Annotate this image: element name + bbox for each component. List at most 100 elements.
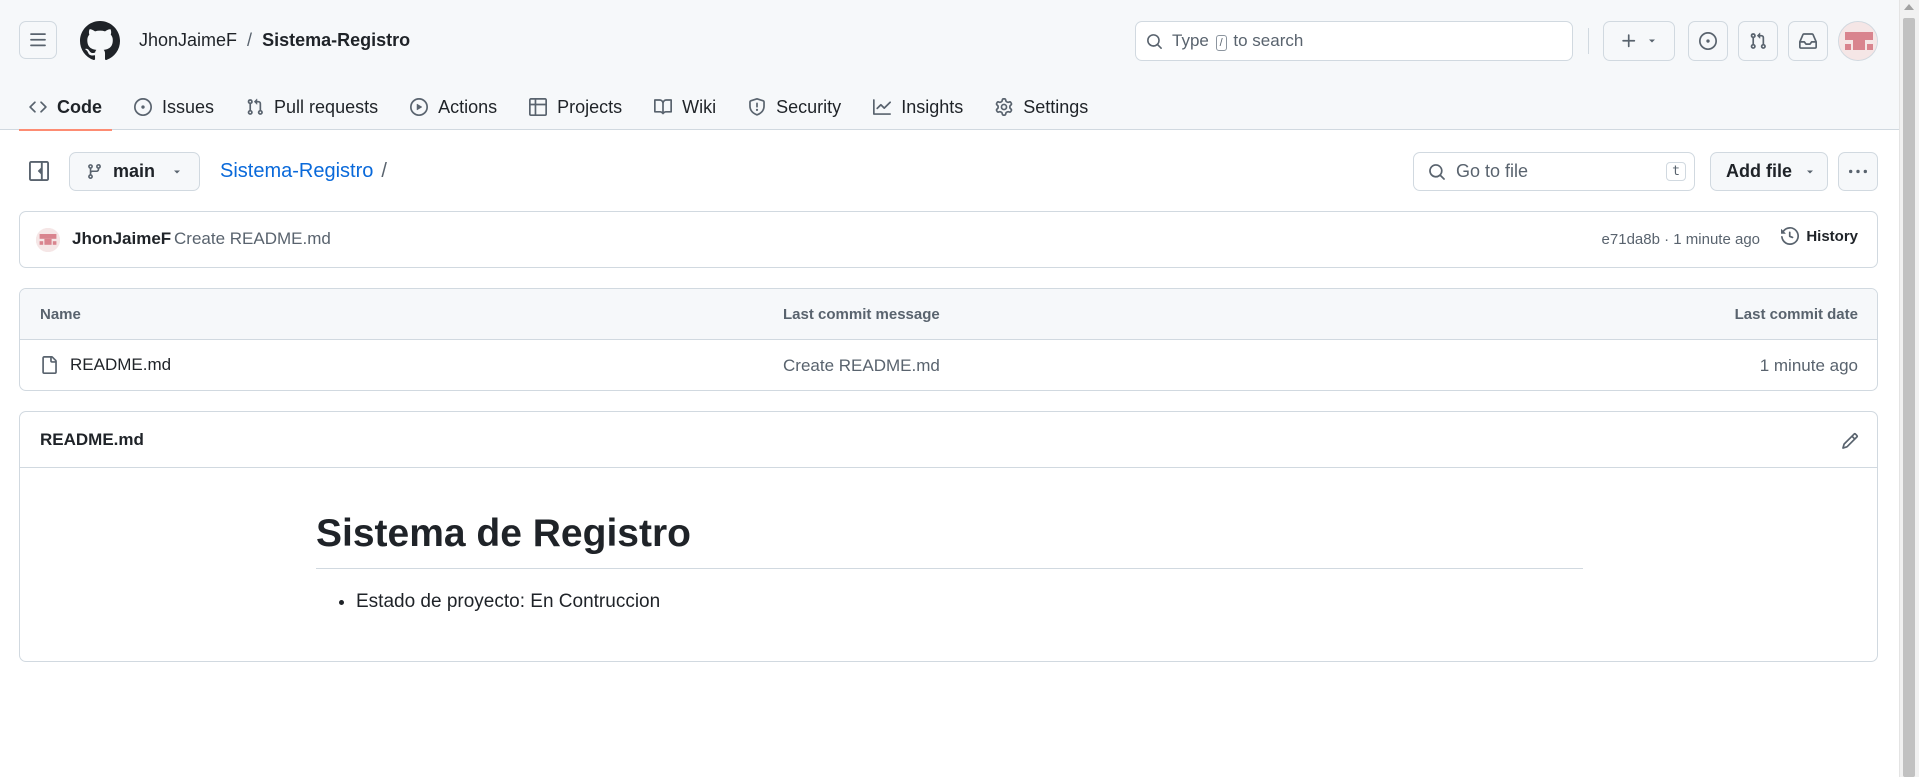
commit-hash-and-time[interactable]: e71da8b · 1 minute ago bbox=[1602, 231, 1760, 248]
table-icon bbox=[529, 98, 548, 116]
repo-root-link[interactable]: Sistema-Registro bbox=[220, 160, 373, 183]
file-link[interactable]: README.md bbox=[40, 355, 171, 375]
user-avatar[interactable] bbox=[1838, 21, 1878, 61]
breadcrumb: JhonJaimeF / Sistema-Registro bbox=[139, 30, 410, 51]
table-row[interactable]: README.md Create README.md 1 minute ago bbox=[20, 340, 1877, 390]
identicon-avatar-icon bbox=[1839, 22, 1877, 60]
latest-commit-bar: JhonJaimeF Create README.md e71da8b · 1 … bbox=[19, 211, 1878, 268]
commit-author-link[interactable]: JhonJaimeF bbox=[72, 229, 171, 249]
header-divider bbox=[1588, 28, 1589, 54]
page: JhonJaimeF / Sistema-Registro Type / to … bbox=[0, 0, 1899, 777]
file-commit-message[interactable]: Create README.md bbox=[783, 356, 940, 376]
history-icon bbox=[1781, 227, 1800, 245]
issue-opened-icon bbox=[1699, 32, 1717, 50]
column-header-name: Name bbox=[40, 306, 81, 323]
tab-label: Insights bbox=[901, 96, 964, 117]
readme-panel: README.md Sistema de Registro Estado de … bbox=[19, 411, 1878, 662]
issues-button[interactable] bbox=[1688, 21, 1728, 61]
shield-icon bbox=[749, 98, 766, 116]
identicon-avatar-icon bbox=[36, 228, 60, 252]
tab-label: Wiki bbox=[682, 96, 717, 117]
table-header: Name Last commit message Last commit dat… bbox=[20, 289, 1877, 340]
breadcrumb-separator: / bbox=[247, 30, 253, 50]
scroll-up-arrow-icon[interactable] bbox=[1904, 4, 1914, 10]
branch-label: main bbox=[113, 161, 156, 181]
tab-insights[interactable]: Insights bbox=[863, 84, 973, 130]
go-to-file-placeholder: Go to file bbox=[1456, 161, 1529, 181]
readme-list: Estado de proyecto: En Contruccion bbox=[316, 591, 1583, 613]
commit-author-avatar[interactable] bbox=[36, 228, 60, 252]
tab-label: Code bbox=[57, 96, 102, 117]
search-placeholder: Type / to search bbox=[1172, 31, 1304, 51]
pencil-icon bbox=[1842, 433, 1858, 449]
github-logo-icon[interactable] bbox=[80, 21, 120, 61]
tab-projects[interactable]: Projects bbox=[519, 84, 632, 130]
tab-security[interactable]: Security bbox=[738, 84, 851, 130]
file-icon bbox=[42, 356, 57, 374]
scrollbar-thumb[interactable] bbox=[1903, 18, 1915, 777]
issue-icon bbox=[134, 98, 152, 116]
tab-actions[interactable]: Actions bbox=[400, 84, 507, 130]
readme-title[interactable]: README.md bbox=[40, 430, 144, 450]
tab-settings[interactable]: Settings bbox=[985, 84, 1098, 130]
file-name: README.md bbox=[70, 355, 172, 374]
search-icon bbox=[1429, 163, 1445, 180]
tab-label: Pull requests bbox=[274, 96, 379, 117]
inbox-button[interactable] bbox=[1788, 21, 1828, 61]
hamburger-icon bbox=[30, 33, 46, 47]
more-options-button[interactable] bbox=[1838, 152, 1878, 191]
edit-readme-button[interactable] bbox=[1839, 430, 1861, 452]
list-item: Estado de proyecto: En Contruccion bbox=[356, 591, 1583, 613]
pull-request-icon bbox=[247, 98, 263, 115]
path-separator: / bbox=[381, 160, 387, 182]
repo-link[interactable]: Sistema-Registro bbox=[262, 30, 410, 51]
go-to-file-shortcut-key: t bbox=[1666, 162, 1686, 181]
pull-requests-button[interactable] bbox=[1738, 21, 1778, 61]
add-file-button[interactable]: Add file bbox=[1710, 152, 1828, 191]
commit-message-link[interactable]: Create README.md bbox=[174, 229, 331, 249]
column-header-message: Last commit message bbox=[783, 306, 940, 323]
owner-link[interactable]: JhonJaimeF bbox=[139, 30, 237, 51]
tab-label: Actions bbox=[438, 96, 498, 117]
page-scrollbar[interactable] bbox=[1899, 0, 1919, 777]
repo-tabs: Code Issues Pull requests Actions Projec… bbox=[19, 84, 1110, 131]
caret-down-icon bbox=[1807, 170, 1813, 173]
tab-wiki[interactable]: Wiki bbox=[644, 84, 726, 130]
file-table: Name Last commit message Last commit dat… bbox=[19, 288, 1878, 391]
go-to-file-input[interactable]: Go to file t bbox=[1413, 152, 1695, 191]
gear-icon bbox=[995, 98, 1013, 116]
tab-label: Projects bbox=[557, 96, 623, 117]
menu-button[interactable] bbox=[19, 21, 57, 59]
history-button[interactable]: History bbox=[1781, 227, 1858, 245]
play-icon bbox=[410, 98, 429, 116]
tab-pull-requests[interactable]: Pull requests bbox=[236, 84, 388, 130]
search-input[interactable]: Type / to search bbox=[1135, 21, 1573, 61]
create-new-button[interactable] bbox=[1603, 21, 1675, 61]
tab-label: Settings bbox=[1023, 96, 1089, 117]
column-header-date: Last commit date bbox=[1734, 306, 1858, 323]
code-icon bbox=[29, 101, 47, 113]
tab-issues[interactable]: Issues bbox=[124, 84, 224, 130]
app-header: JhonJaimeF / Sistema-Registro Type / to … bbox=[0, 0, 1899, 131]
readme-content: Sistema de Registro Estado de proyecto: … bbox=[316, 512, 1583, 613]
tab-code[interactable]: Code bbox=[19, 84, 112, 131]
search-shortcut-key: / bbox=[1215, 35, 1227, 51]
sidebar-expand-icon bbox=[29, 161, 49, 181]
graph-icon bbox=[873, 99, 892, 115]
tab-label: Security bbox=[776, 96, 842, 117]
file-commit-date: 1 minute ago bbox=[1759, 356, 1858, 375]
caret-down-icon bbox=[174, 170, 181, 173]
history-label: History bbox=[1806, 227, 1858, 245]
book-icon bbox=[654, 99, 673, 115]
plus-icon bbox=[1622, 34, 1636, 48]
git-branch-icon bbox=[88, 164, 101, 179]
readme-header: README.md bbox=[20, 412, 1877, 468]
inbox-icon bbox=[1799, 33, 1817, 49]
readme-heading: Sistema de Registro bbox=[316, 512, 1583, 569]
branch-select-button[interactable]: main bbox=[69, 152, 200, 191]
add-file-label: Add file bbox=[1726, 161, 1792, 181]
file-path-breadcrumb: Sistema-Registro / bbox=[220, 160, 387, 183]
search-icon bbox=[1147, 33, 1162, 49]
git-pull-request-icon bbox=[1750, 32, 1766, 49]
expand-file-tree-button[interactable] bbox=[23, 155, 55, 187]
